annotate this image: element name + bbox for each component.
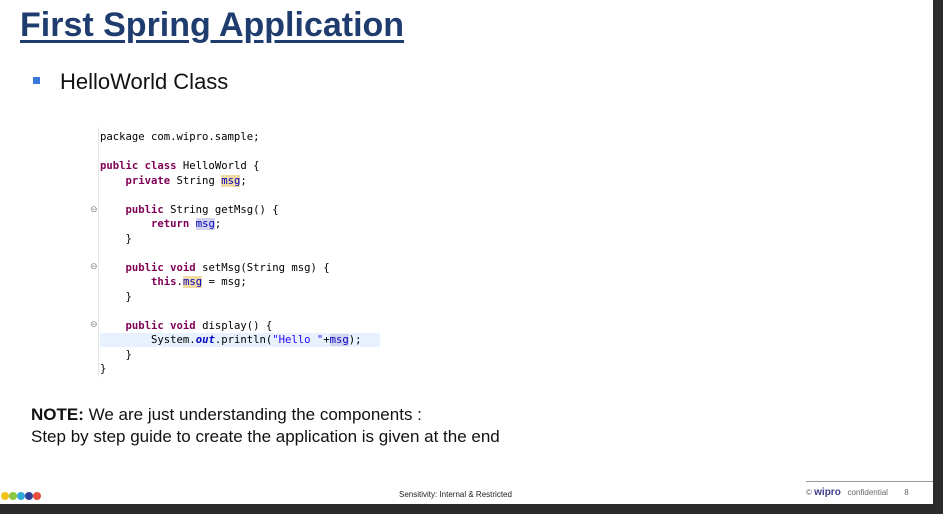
slide: First Spring Application HelloWorld Clas… [0, 0, 933, 504]
wipro-logo: wipro [814, 487, 841, 498]
note-label: NOTE: [31, 405, 84, 424]
bullet-text: HelloWorld Class [60, 69, 229, 94]
confidential-label: confidential [847, 488, 888, 497]
fold-marker-icon[interactable]: ⊖ [90, 205, 98, 215]
note-line-1: We are just understanding the components… [83, 405, 422, 424]
sensitivity-label: Sensitivity: Internal & Restricted [399, 490, 512, 499]
code-line-close: } [125, 291, 132, 303]
page-number: 8 [904, 488, 909, 497]
brand-dot [33, 492, 41, 500]
code-screenshot: package com.wipro.sample; public class H… [88, 122, 388, 384]
code-line-return: return msg; [151, 218, 222, 230]
bullet-marker [33, 77, 40, 84]
brand-dot [1, 492, 9, 500]
slide-title: First Spring Application [20, 6, 405, 44]
code-line-class: public class HelloWorld { [100, 160, 260, 172]
code-line-getmsg: public String getMsg() { [125, 204, 279, 216]
code-line-close: } [125, 233, 132, 245]
fold-marker-icon[interactable]: ⊖ [90, 320, 98, 330]
copyright-symbol: © [806, 488, 812, 497]
brand-dot [17, 492, 25, 500]
note-line-2: Step by step guide to create the applica… [31, 427, 500, 446]
code-line-display: public void display() { [125, 320, 273, 332]
code-line-setmsg: public void setMsg(String msg) { [125, 262, 330, 274]
footer-divider [806, 481, 933, 482]
note-text: NOTE: We are just understanding the comp… [31, 404, 500, 448]
brand-dot [9, 492, 17, 500]
brand-dot [25, 492, 33, 500]
code-line-package: package com.wipro.sample; [100, 131, 260, 143]
fold-marker-icon[interactable]: ⊖ [90, 262, 98, 272]
code-line-assign: this.msg = msg; [151, 276, 247, 288]
brand-dots [1, 487, 41, 504]
code-line-close: } [125, 349, 132, 361]
code-gutter [98, 127, 99, 377]
code-line-field: private String msg; [125, 175, 247, 187]
footer-branding: © wipro confidential 8 [806, 487, 909, 498]
code-line-close-class: } [100, 363, 107, 375]
code-line-println: System.out.println("Hello "+msg); [151, 334, 362, 346]
